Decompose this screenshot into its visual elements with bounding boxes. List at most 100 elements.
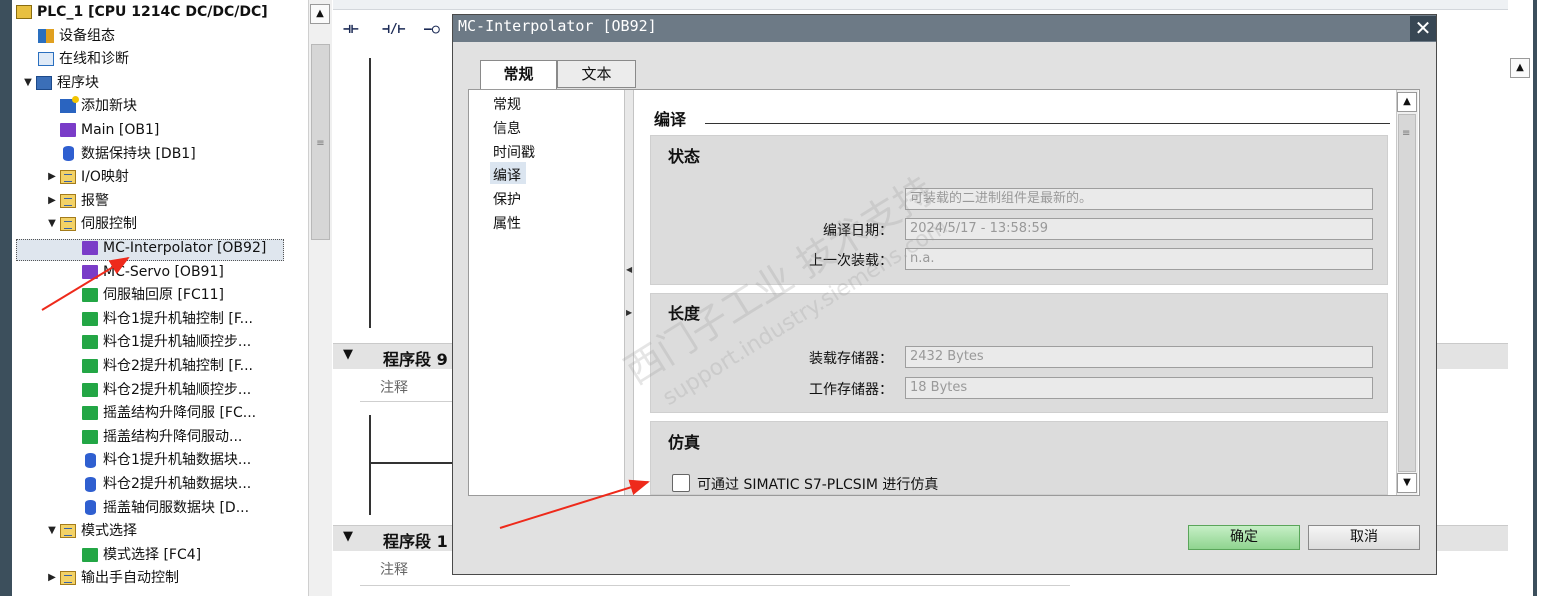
splitter-right-arrow-icon[interactable]: ▶ bbox=[626, 308, 632, 317]
nav-item-attributes[interactable]: 属性 bbox=[493, 213, 521, 233]
folder-icon bbox=[60, 524, 76, 539]
compile-date-label: 编译日期： bbox=[823, 223, 893, 239]
tree-item[interactable]: 在线和诊断 bbox=[38, 47, 129, 71]
power-rail bbox=[369, 58, 371, 328]
tree-item-label: 伺服控制 bbox=[81, 216, 137, 233]
scroll-grip-icon: ≡ bbox=[316, 138, 325, 149]
tree-item[interactable]: 料仓1提升机轴控制 [F... bbox=[82, 307, 253, 331]
expand-arrow-icon[interactable]: ▶ bbox=[46, 189, 58, 213]
last-load-label: 上一次装载： bbox=[809, 253, 893, 269]
tree-item-label: 数据保持块 [DB1] bbox=[81, 145, 196, 162]
status-message-field: 可装载的二进制组件是最新的。 bbox=[905, 188, 1373, 210]
fc-block-icon bbox=[82, 288, 98, 303]
nav-item-timestamp[interactable]: 时间戳 bbox=[493, 142, 535, 162]
property-scroll-thumb[interactable] bbox=[1398, 114, 1416, 472]
property-scroll-up-button[interactable]: ▲ bbox=[1397, 92, 1417, 112]
tree-item[interactable]: ▶ I/O映射 bbox=[46, 165, 129, 189]
network-comment[interactable]: 注释 bbox=[380, 377, 408, 397]
tree-item-label: 料仓1提升机轴控制 [F... bbox=[103, 310, 253, 327]
tree-item[interactable]: 设备组态 bbox=[38, 24, 115, 48]
tree-item-label: 伺服轴回原 [FC11] bbox=[103, 287, 225, 304]
status-group-title: 状态 bbox=[668, 147, 701, 166]
tree-item[interactable]: ▼ 程序块 bbox=[22, 71, 99, 95]
property-scroll-down-button[interactable]: ▼ bbox=[1397, 473, 1417, 493]
tree-item[interactable]: MC-Servo [OB91] bbox=[82, 260, 224, 284]
tree-item-label: 在线和诊断 bbox=[59, 51, 129, 68]
tree-item[interactable]: 料仓2提升机轴控制 [F... bbox=[82, 354, 253, 378]
fc-block-icon bbox=[82, 335, 98, 350]
simulation-checkbox[interactable] bbox=[672, 474, 690, 492]
tree-item[interactable]: 模式选择 [FC4] bbox=[82, 543, 201, 567]
network-title: 程序段 9 bbox=[383, 350, 448, 369]
tree-item[interactable]: 摇盖结构升降伺服 [FC... bbox=[82, 401, 256, 425]
tab-general[interactable]: 常规 bbox=[480, 60, 557, 90]
tree-item[interactable]: 数据保持块 [DB1] bbox=[60, 142, 196, 166]
tree-item[interactable]: ▼ 伺服控制 bbox=[46, 212, 137, 236]
fc-block-icon bbox=[82, 359, 98, 373]
simulation-group-title: 仿真 bbox=[668, 433, 701, 452]
tree-item[interactable]: Main [OB1] bbox=[60, 118, 159, 142]
splitter-left-arrow-icon[interactable]: ◀ bbox=[626, 265, 632, 274]
editor-scroll-up-button[interactable]: ▲ bbox=[1510, 58, 1530, 78]
tree-item-label: 料仓2提升机轴数据块... bbox=[103, 476, 252, 492]
network-comment[interactable]: 注释 bbox=[380, 559, 408, 579]
ok-button[interactable]: 确定 bbox=[1188, 525, 1300, 550]
folder-icon bbox=[60, 217, 76, 232]
collapse-arrow-icon[interactable]: ▼ bbox=[46, 212, 58, 236]
section-divider bbox=[705, 123, 1390, 124]
coil-tool[interactable]: –○ bbox=[424, 22, 440, 37]
work-memory-label: 工作存储器： bbox=[809, 382, 893, 398]
normally-open-contact-tool[interactable]: ⊣⊢ bbox=[343, 22, 359, 37]
tree-item[interactable]: 料仓2提升机轴顺控步... bbox=[82, 378, 251, 402]
collapse-caret-icon[interactable]: ▼ bbox=[343, 529, 353, 544]
fc-block-icon bbox=[82, 406, 98, 421]
tree-item-label: 料仓1提升机轴数据块... bbox=[103, 452, 252, 469]
tree-item[interactable]: 添加新块 bbox=[60, 94, 137, 118]
normally-closed-contact-tool[interactable]: ⊣/⊢ bbox=[382, 22, 405, 37]
tree-item[interactable]: 摇盖轴伺服数据块 [D... bbox=[82, 496, 249, 520]
close-icon[interactable]: ✕ bbox=[1410, 16, 1436, 41]
compile-section-title: 编译 bbox=[654, 110, 687, 129]
tree-item[interactable]: 料仓1提升机轴顺控步... bbox=[82, 330, 251, 354]
expand-arrow-icon[interactable]: ▶ bbox=[46, 165, 58, 189]
tree-item-label: 摇盖结构升降伺服动... bbox=[103, 428, 243, 445]
fc-block-icon bbox=[82, 547, 98, 562]
load-memory-label: 装载存储器： bbox=[809, 351, 893, 367]
nav-item-general[interactable]: 常规 bbox=[493, 94, 521, 114]
db-block-icon bbox=[63, 146, 74, 162]
collapse-arrow-icon[interactable]: ▼ bbox=[46, 519, 58, 543]
tree-item[interactable]: 伺服轴回原 [FC11] bbox=[82, 283, 224, 307]
nav-item-info[interactable]: 信息 bbox=[493, 118, 521, 138]
db-block-icon bbox=[85, 452, 96, 468]
expand-arrow-icon[interactable]: ▶ bbox=[46, 566, 58, 590]
simulation-checkbox-label[interactable]: 可通过 SIMATIC S7-PLCSIM 进行仿真 bbox=[697, 474, 938, 494]
nav-item-compile[interactable]: 编译 bbox=[493, 165, 521, 185]
tree-item-label: PLC_1 [CPU 1214C DC/DC/DC] bbox=[37, 4, 268, 20]
tree-item[interactable]: 摇盖结构升降伺服动... bbox=[82, 425, 242, 449]
collapse-arrow-icon[interactable]: ▼ bbox=[22, 71, 34, 95]
db-block-icon bbox=[85, 476, 96, 492]
tree-scroll-up-button[interactable]: ▲ bbox=[310, 4, 330, 24]
tree-item[interactable]: ▼ 模式选择 bbox=[46, 519, 137, 543]
tree-item-label: MC-Interpolator [OB92] bbox=[103, 240, 267, 256]
folder-icon bbox=[60, 193, 76, 208]
tree-item[interactable]: ▶ 报警 bbox=[46, 189, 109, 213]
tree-item[interactable]: PLC_1 [CPU 1214C DC/DC/DC] bbox=[16, 0, 268, 24]
nav-splitter[interactable] bbox=[624, 90, 634, 495]
left-sidebar-strip bbox=[0, 0, 12, 596]
last-load-field: n.a. bbox=[905, 248, 1373, 270]
tab-text[interactable]: 文本 bbox=[557, 60, 636, 88]
tree-item[interactable]: 料仓2提升机轴数据块... bbox=[82, 472, 251, 496]
folder-icon bbox=[60, 571, 76, 586]
tree-item[interactable]: 料仓1提升机轴数据块... bbox=[82, 448, 251, 472]
nav-item-protection[interactable]: 保护 bbox=[493, 189, 521, 209]
project-tree: PLC_1 [CPU 1214C DC/DC/DC] 设备组态在线和诊断 ▼ 程序块添… bbox=[12, 0, 308, 596]
tree-item[interactable]: MC-Interpolator [OB92] bbox=[82, 236, 266, 260]
fc-block-icon bbox=[82, 382, 98, 397]
tree-item-label: 摇盖结构升降伺服 [FC... bbox=[103, 405, 257, 422]
collapse-caret-icon[interactable]: ▼ bbox=[343, 347, 353, 362]
online-diagnostics-icon bbox=[38, 52, 54, 67]
tree-item[interactable]: ▶ 输出手自动控制 bbox=[46, 566, 179, 590]
tree-item-label: 料仓2提升机轴顺控步... bbox=[103, 381, 252, 398]
cancel-button[interactable]: 取消 bbox=[1308, 525, 1420, 550]
